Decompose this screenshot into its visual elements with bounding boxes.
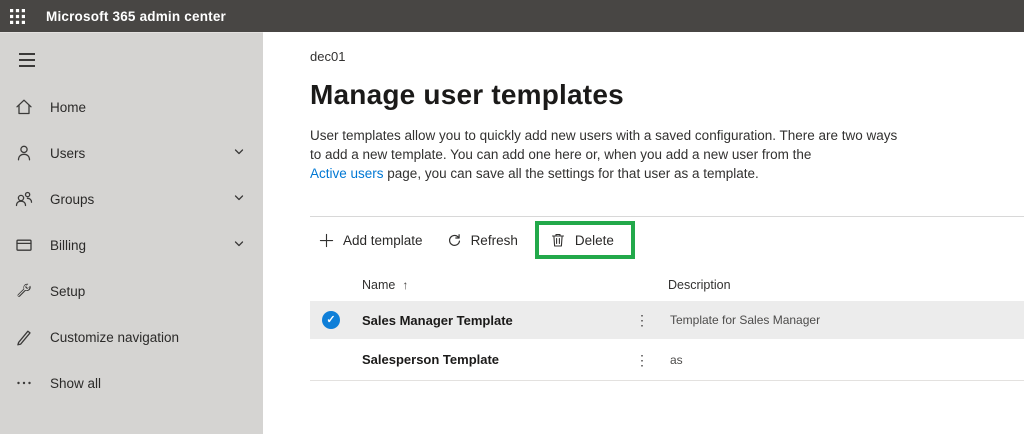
template-name[interactable]: Sales Manager Template	[362, 313, 630, 328]
refresh-icon	[447, 233, 462, 248]
page-description: User templates allow you to quickly add …	[310, 126, 1024, 183]
delete-button[interactable]: Delete	[541, 226, 623, 254]
app-title: Microsoft 365 admin center	[46, 8, 227, 24]
sidebar-item-billing[interactable]: Billing	[0, 222, 263, 268]
pencil-icon	[14, 327, 34, 347]
sidebar-item-groups[interactable]: Groups	[0, 176, 263, 222]
sidebar-item-label: Users	[50, 145, 86, 161]
selected-check-icon[interactable]: ✓	[322, 311, 340, 329]
template-name[interactable]: Salesperson Template	[362, 352, 630, 367]
sort-ascending-icon: ↑	[402, 277, 409, 292]
chevron-down-icon[interactable]	[233, 238, 245, 253]
refresh-label: Refresh	[470, 232, 518, 248]
collapse-menu-icon[interactable]	[13, 52, 41, 68]
nav-list: Home Users Groups Billing Setup Customiz…	[0, 84, 263, 406]
home-icon	[14, 97, 34, 117]
sidebar-item-label: Groups	[50, 191, 95, 207]
description-line: User templates allow you to quickly add …	[310, 128, 898, 143]
row-more-actions-icon[interactable]: ⋮	[630, 313, 654, 327]
column-header-name[interactable]: Name ↑	[362, 278, 630, 292]
sidebar-item-label: Billing	[50, 237, 87, 253]
template-description: Template for Sales Manager	[670, 313, 821, 327]
name-header-label: Name	[362, 277, 396, 292]
row-check-cell: ✓	[310, 311, 362, 329]
chevron-down-icon[interactable]	[233, 192, 245, 207]
add-template-button[interactable]: Add template	[310, 227, 432, 254]
add-template-label: Add template	[343, 232, 423, 248]
table-header-row: Name ↑ Description	[310, 268, 1024, 301]
app-top-bar: Microsoft 365 admin center	[0, 0, 1024, 32]
main-content: dec01 Manage user templates User templat…	[263, 32, 1024, 434]
page-title: Manage user templates	[310, 79, 624, 110]
delete-label: Delete	[574, 232, 614, 248]
left-navigation-sidebar: Home Users Groups Billing Setup Customiz…	[0, 32, 263, 434]
sidebar-item-show-all[interactable]: Show all	[0, 360, 263, 406]
refresh-button[interactable]: Refresh	[438, 227, 527, 254]
breadcrumb[interactable]: dec01	[310, 49, 1024, 64]
sidebar-item-label: Show all	[50, 375, 102, 391]
template-description: as	[670, 352, 683, 367]
app-launcher-waffle-icon[interactable]	[0, 0, 34, 32]
description-line: page, you can save all the settings for …	[383, 166, 759, 181]
toolbar-divider	[310, 216, 1024, 217]
row-more-actions-icon[interactable]: ⋮	[630, 353, 654, 367]
trash-icon	[550, 232, 566, 248]
chevron-down-icon[interactable]	[233, 146, 245, 161]
sidebar-item-label: Customize navigation	[50, 329, 180, 345]
description-header-label: Description	[668, 277, 731, 292]
ellipsis-icon	[14, 373, 34, 393]
column-header-description[interactable]: Description	[668, 278, 1024, 292]
user-icon	[14, 143, 34, 163]
sidebar-item-setup[interactable]: Setup	[0, 268, 263, 314]
plus-icon	[319, 233, 334, 248]
table-row[interactable]: ✓ Sales Manager Template ⋮ Template for …	[310, 301, 1024, 339]
sidebar-item-users[interactable]: Users	[0, 130, 263, 176]
billing-icon	[14, 235, 34, 255]
command-toolbar: Add template Refresh Delete	[310, 219, 1024, 261]
sidebar-item-home[interactable]: Home	[0, 84, 263, 130]
table-row[interactable]: Salesperson Template ⋮ as	[310, 339, 1024, 381]
templates-table: Name ↑ Description ✓ Sales Manager Templ…	[310, 268, 1024, 381]
active-users-link[interactable]: Active users	[310, 166, 384, 181]
sidebar-item-label: Setup	[50, 283, 86, 299]
delete-highlight-box: Delete	[534, 221, 635, 259]
sidebar-item-customize-navigation[interactable]: Customize navigation	[0, 314, 263, 360]
groups-icon	[14, 189, 34, 209]
description-line: to add a new template. You can add one h…	[310, 147, 812, 162]
sidebar-item-label: Home	[50, 99, 87, 115]
wrench-icon	[14, 281, 34, 301]
